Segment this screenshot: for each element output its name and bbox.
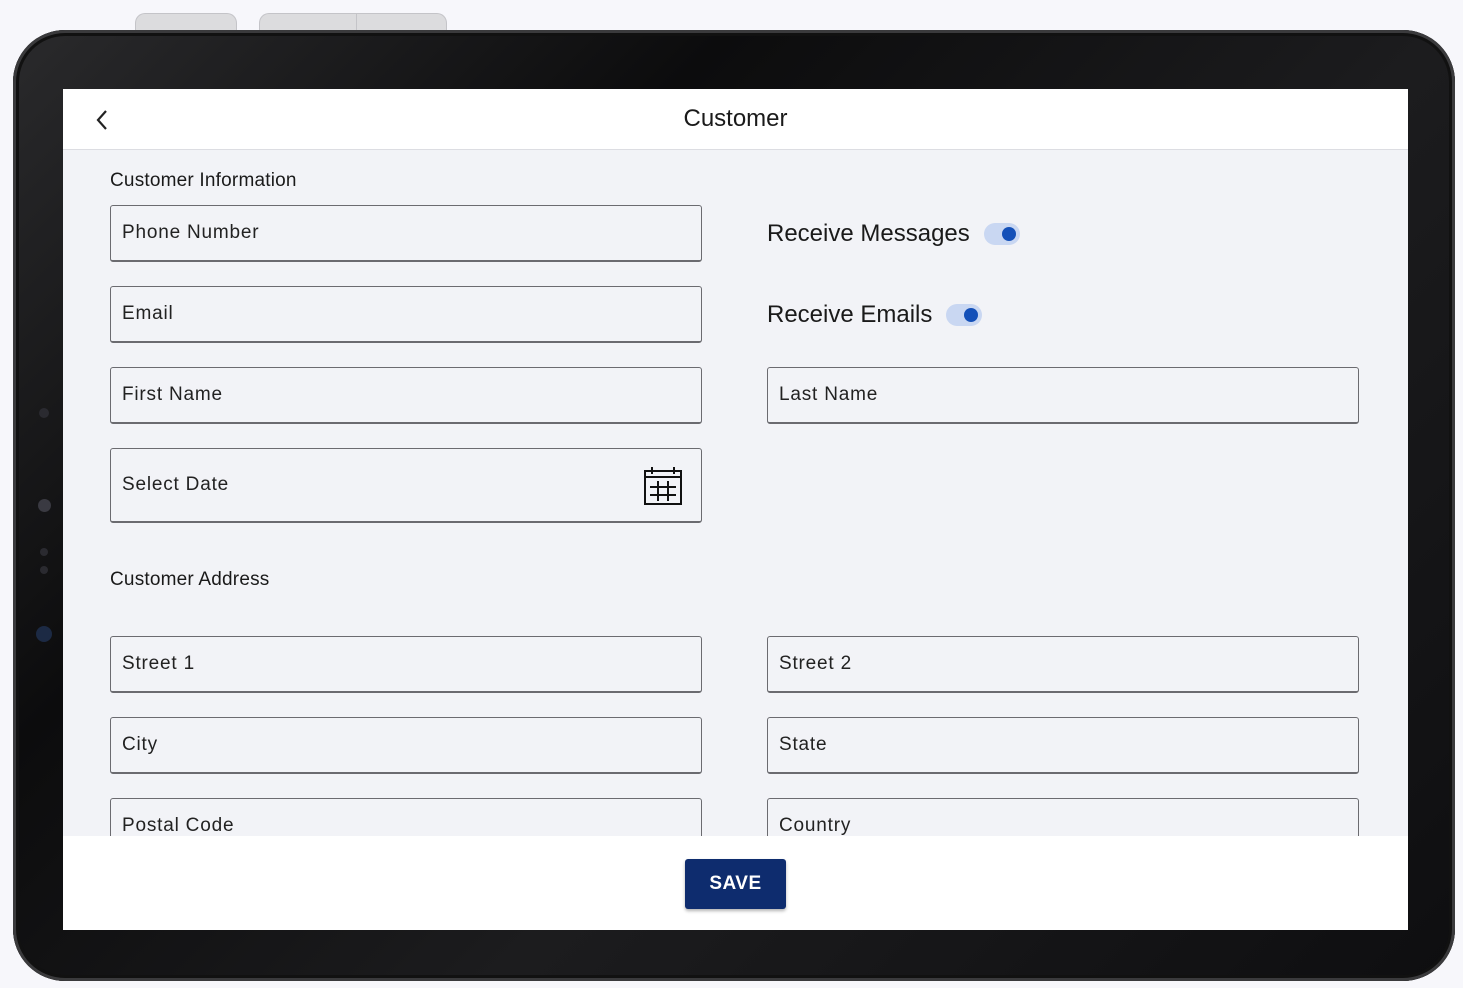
email-label: Email <box>122 303 174 324</box>
first-name-field[interactable]: First Name <box>110 367 702 424</box>
front-camera <box>38 499 51 512</box>
calendar-icon[interactable] <box>643 466 683 506</box>
toggle-knob <box>964 308 979 322</box>
country-label: Country <box>779 815 852 836</box>
date-label: Select Date <box>122 474 230 495</box>
date-picker-field[interactable]: Select Date <box>110 448 702 523</box>
first-name-label: First Name <box>122 384 223 405</box>
page-title: Customer <box>683 105 788 132</box>
form-scroll-area[interactable]: Customer Information Phone Number Receiv… <box>63 150 1408 836</box>
app-screen: Customer Customer Information Phone Numb… <box>63 89 1408 930</box>
street1-label: Street 1 <box>122 653 195 674</box>
receive-emails-label: Receive Emails <box>767 301 933 328</box>
phone-number-label: Phone Number <box>122 222 260 243</box>
last-name-label: Last Name <box>779 384 879 405</box>
state-field[interactable]: State <box>767 717 1359 774</box>
receive-messages-toggle[interactable] <box>983 223 1020 245</box>
postal-code-field[interactable]: Postal Code <box>110 798 702 836</box>
footer-bar: SAVE <box>63 836 1408 930</box>
app-bar: Customer <box>63 89 1408 150</box>
receive-messages-row: Receive Messages <box>767 220 1020 248</box>
street1-field[interactable]: Street 1 <box>110 636 702 693</box>
receive-messages-label: Receive Messages <box>767 220 970 247</box>
street2-field[interactable]: Street 2 <box>767 636 1359 693</box>
city-label: City <box>122 734 158 755</box>
receive-emails-row: Receive Emails <box>767 301 983 329</box>
sensor-dot <box>39 408 49 418</box>
sensor-dot <box>40 548 48 556</box>
toggle-knob <box>1001 227 1016 241</box>
postal-code-label: Postal Code <box>122 815 235 836</box>
street2-label: Street 2 <box>779 653 852 674</box>
last-name-field[interactable]: Last Name <box>767 367 1359 424</box>
country-field[interactable]: Country <box>767 798 1359 836</box>
sensor-dot <box>40 566 48 574</box>
section-title-customer-information: Customer Information <box>110 170 297 191</box>
camera-lens <box>36 626 52 642</box>
city-field[interactable]: City <box>110 717 702 774</box>
email-field[interactable]: Email <box>110 286 702 343</box>
section-title-customer-address: Customer Address <box>110 569 270 590</box>
phone-number-field[interactable]: Phone Number <box>110 205 702 262</box>
receive-emails-toggle[interactable] <box>946 304 983 326</box>
save-button[interactable]: SAVE <box>685 859 786 909</box>
state-label: State <box>779 734 828 755</box>
